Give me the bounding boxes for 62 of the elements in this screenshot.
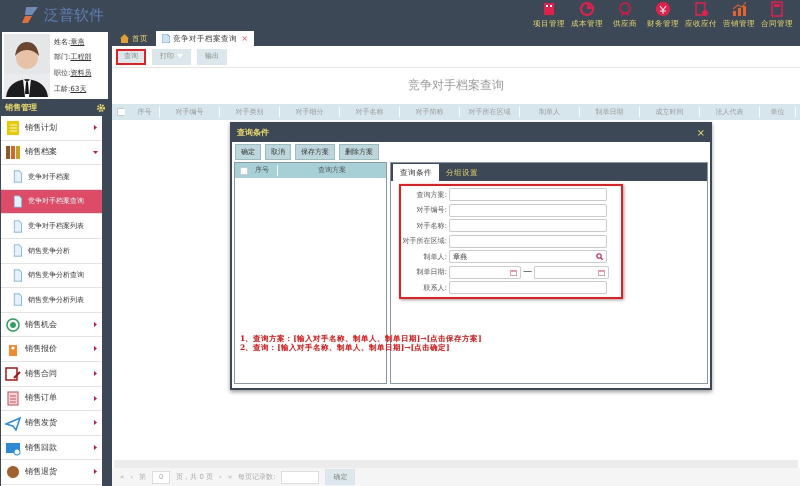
date-field[interactable] — [449, 266, 521, 279]
logo-text: 泛普软件 — [44, 4, 104, 26]
caret-icon — [93, 125, 98, 130]
document-icon — [11, 220, 24, 233]
menu-icon — [5, 414, 21, 431]
module-icon — [617, 0, 633, 17]
checkbox[interactable] — [117, 108, 125, 116]
caret-icon — [93, 444, 98, 450]
menu-icon — [5, 464, 21, 480]
sidebar-item[interactable]: 销售档案 — [1, 140, 102, 166]
page-title: 竞争对手档案查询 — [407, 77, 505, 94]
menu-icon — [5, 390, 21, 406]
sidebar-title: 销售管理 — [5, 102, 37, 114]
caret-icon — [93, 322, 98, 327]
menu-icon — [5, 144, 21, 160]
caret-icon — [93, 346, 98, 352]
sidebar-item[interactable]: 销售订单 — [1, 386, 102, 412]
sidebar-item[interactable]: 销售机会 — [1, 312, 102, 338]
logo-icon — [20, 5, 40, 25]
input-field[interactable] — [449, 188, 607, 202]
sidebar-item[interactable]: 销售合同 — [1, 362, 102, 387]
close-button[interactable]: × — [696, 126, 705, 140]
input-field[interactable] — [449, 219, 607, 232]
menu-icon — [5, 366, 21, 382]
caret-icon — [93, 469, 98, 474]
document-icon — [11, 195, 24, 208]
caret-icon — [93, 396, 98, 401]
settings-icon[interactable] — [97, 104, 105, 112]
module-icon — [731, 0, 747, 17]
input-field[interactable] — [449, 234, 607, 248]
separator: — — [523, 266, 532, 278]
checkbox[interactable] — [240, 166, 248, 174]
sidebar-item[interactable]: 销售报价 — [1, 337, 102, 362]
calendar-icon[interactable] — [510, 268, 517, 276]
sidebar-item[interactable]: 销售回款 — [1, 436, 102, 460]
document-icon — [162, 34, 170, 43]
module-icon — [579, 0, 595, 17]
menu-icon — [5, 316, 21, 333]
caret-icon — [93, 150, 98, 155]
calendar-icon[interactable] — [598, 268, 605, 276]
date-field[interactable] — [534, 266, 609, 279]
document-icon — [11, 268, 24, 282]
document-icon — [11, 244, 24, 258]
module-icon — [769, 0, 785, 17]
home-icon — [120, 34, 129, 43]
module-icon — [655, 0, 671, 17]
document-icon — [11, 170, 24, 184]
sidebar-item[interactable]: 销售发货 — [1, 411, 102, 436]
horizontal-scrollbar[interactable] — [114, 460, 798, 468]
sidebar-item[interactable]: 销售计划 — [1, 116, 102, 141]
module-icon — [541, 0, 557, 17]
input-field[interactable] — [449, 204, 607, 217]
caret-icon — [93, 371, 98, 376]
dialog-title: 查询条件 — [237, 127, 269, 139]
page-size-field[interactable] — [281, 470, 320, 484]
caret-icon — [93, 420, 98, 426]
menu-icon — [5, 120, 21, 136]
search-icon[interactable] — [596, 253, 603, 260]
document-icon — [11, 293, 24, 306]
module-icon — [693, 0, 709, 17]
sidebar-item[interactable]: 销售退货 — [1, 460, 102, 485]
input-field[interactable] — [449, 281, 607, 294]
